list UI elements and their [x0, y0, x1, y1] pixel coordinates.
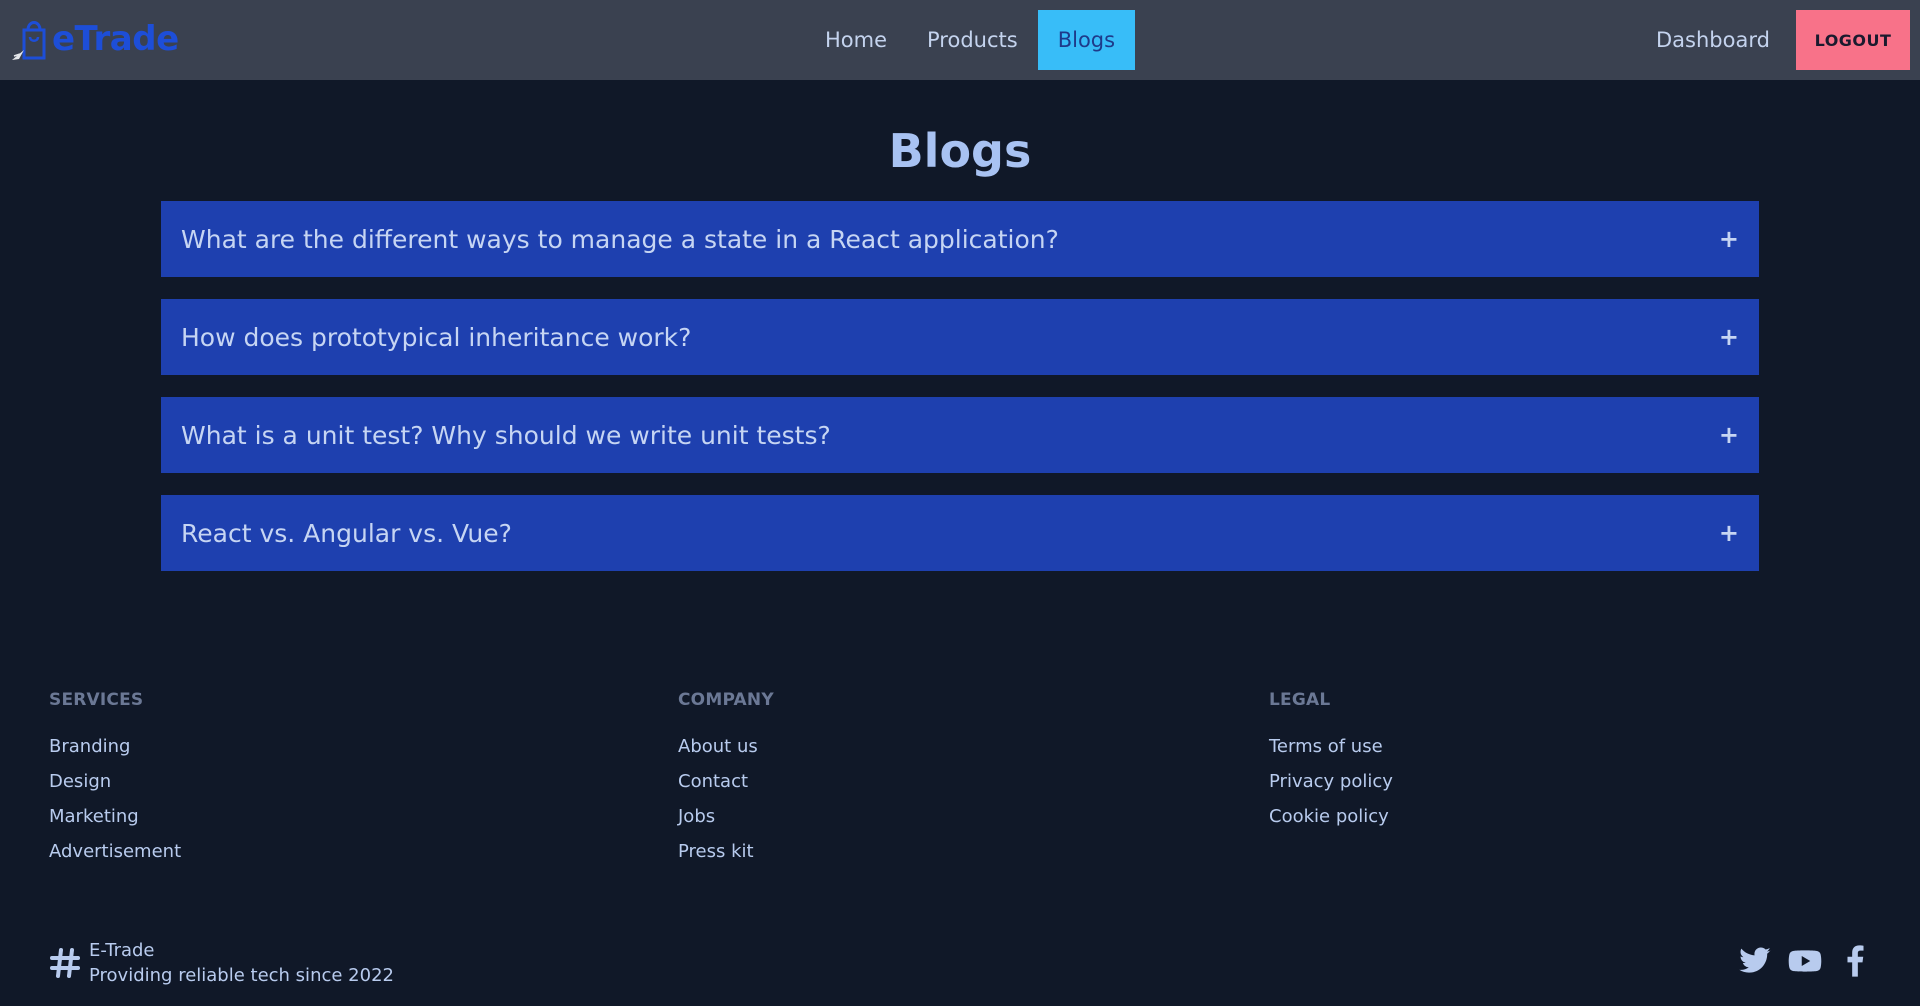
accordion-item-state-management[interactable]: What are the different ways to manage a … — [161, 201, 1759, 277]
social-links — [1738, 944, 1872, 978]
hash-gear-icon — [50, 948, 80, 978]
nav-home[interactable]: Home — [805, 10, 907, 70]
nav-dashboard[interactable]: Dashboard — [1640, 10, 1786, 70]
footer-link-marketing[interactable]: Marketing — [49, 806, 181, 841]
footer-link-terms[interactable]: Terms of use — [1269, 736, 1393, 771]
footer-link-press-kit[interactable]: Press kit — [678, 841, 774, 876]
accordion-question: What is a unit test? Why should we write… — [181, 420, 831, 450]
footer-legal-title: LEGAL — [1269, 690, 1331, 710]
main-nav: Home Products Blogs — [805, 10, 1136, 70]
footer-company-title: COMPANY — [678, 690, 774, 710]
logo-text: eTrade — [52, 19, 179, 59]
footer-company: COMPANY About us Contact Jobs Press kit — [678, 690, 774, 876]
logout-button[interactable]: LOGOUT — [1796, 10, 1910, 70]
shopping-bag-logo-icon — [12, 21, 46, 60]
accordion-item-prototypical-inheritance[interactable]: How does prototypical inheritance work? … — [161, 299, 1759, 375]
youtube-icon[interactable] — [1788, 944, 1822, 978]
footer-tagline: Providing reliable tech since 2022 — [89, 965, 394, 986]
footer-link-contact[interactable]: Contact — [678, 771, 774, 806]
footer-link-branding[interactable]: Branding — [49, 736, 181, 771]
accordion-item-unit-test[interactable]: What is a unit test? Why should we write… — [161, 397, 1759, 473]
plus-icon: + — [1718, 323, 1739, 351]
footer-link-privacy[interactable]: Privacy policy — [1269, 771, 1393, 806]
footer-brand-name: E-Trade — [89, 940, 155, 961]
page-title: Blogs — [888, 124, 1032, 178]
accordion-question: How does prototypical inheritance work? — [181, 322, 692, 352]
footer-services-title: SERVICES — [49, 690, 144, 710]
footer-link-about[interactable]: About us — [678, 736, 774, 771]
blog-accordion: What are the different ways to manage a … — [161, 201, 1759, 593]
plus-icon: + — [1718, 421, 1739, 449]
facebook-icon[interactable] — [1838, 944, 1872, 978]
nav-blogs[interactable]: Blogs — [1037, 10, 1136, 70]
footer-link-jobs[interactable]: Jobs — [678, 806, 774, 841]
accordion-question: React vs. Angular vs. Vue? — [181, 518, 512, 548]
logo[interactable]: eTrade — [10, 14, 179, 64]
footer-brand: E-Trade Providing reliable tech since 20… — [49, 938, 394, 988]
footer-services: SERVICES Branding Design Marketing Adver… — [49, 690, 181, 876]
footer-legal: LEGAL Terms of use Privacy policy Cookie… — [1269, 690, 1393, 841]
accordion-question: What are the different ways to manage a … — [181, 224, 1059, 254]
plus-icon: + — [1718, 519, 1739, 547]
footer-link-cookie[interactable]: Cookie policy — [1269, 806, 1393, 841]
twitter-icon[interactable] — [1738, 944, 1772, 978]
accordion-item-frameworks[interactable]: React vs. Angular vs. Vue? + — [161, 495, 1759, 571]
footer-link-design[interactable]: Design — [49, 771, 181, 806]
nav-products[interactable]: Products — [907, 10, 1038, 70]
navbar: eTrade Home Products Blogs Dashboard LOG… — [0, 0, 1920, 80]
plus-icon: + — [1718, 225, 1739, 253]
footer-link-advertisement[interactable]: Advertisement — [49, 841, 181, 876]
